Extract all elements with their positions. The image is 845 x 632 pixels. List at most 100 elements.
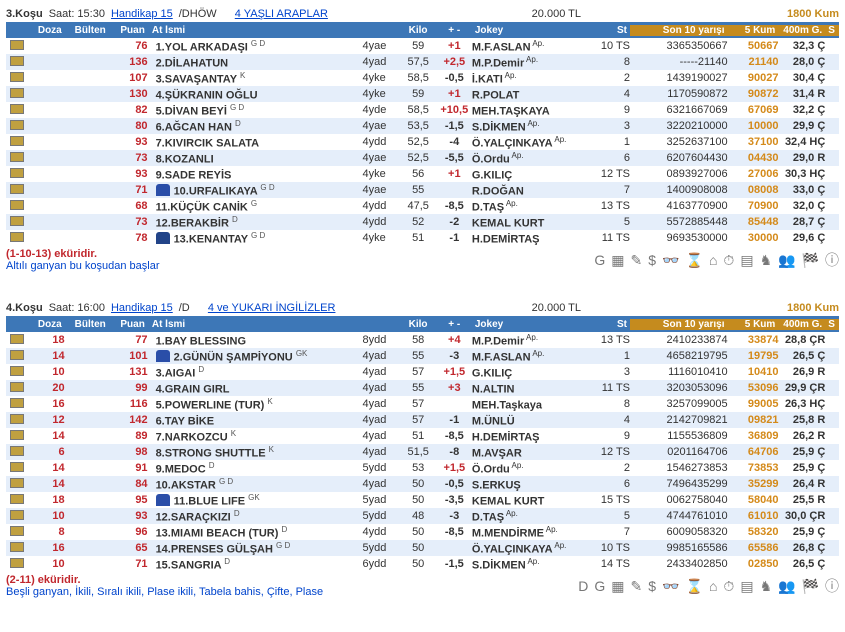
table-row[interactable]: 73 12.BERAKBİR D 4ydd 52 -2 KEMAL KURT 5…: [6, 214, 839, 230]
toolbar-icon[interactable]: D: [578, 578, 588, 594]
saddle-icon: [10, 232, 24, 242]
race-block: 3.Koşu Saat: 15:30 Handikap 15 /DHÖW 4 Y…: [6, 6, 839, 272]
dh-code: /DHÖW: [179, 8, 217, 20]
table-row[interactable]: 20 99 4.GRAIN GIRL 4yad 55 +3 N.ALTIN 11…: [6, 380, 839, 396]
table-row[interactable]: 136 2.DİLAHATUN 4yad 57,5 +2,5 M.P.Demir…: [6, 54, 839, 70]
table-row[interactable]: 73 8.KOZANLI 4yae 52,5 -5,5 Ö.Ordu Ap. 6…: [6, 150, 839, 166]
prize: 20.000 TL: [532, 302, 581, 314]
toolbar-icon[interactable]: 👓: [662, 252, 679, 269]
toolbar-icon[interactable]: ⌂: [709, 578, 717, 594]
toolbar-icon[interactable]: 👥: [778, 252, 795, 269]
toolbar-icon[interactable]: ⓘ: [825, 576, 839, 596]
class-link[interactable]: 4 YAŞLI ARAPLAR: [235, 8, 328, 20]
toolbar: G ▦ ✎ $ 👓 ⌛ ⌂ ⏱ ▤ ♞ 👥 🏁 ⓘ: [594, 250, 839, 270]
prize: 20.000 TL: [532, 8, 581, 20]
table-row[interactable]: 93 9.SADE REYİS 4yke 56 +1 G.KILIÇ 12 TS…: [6, 166, 839, 182]
table-row[interactable]: 12 142 6.TAY BİKE 4yad 57 -1 M.ÜNLÜ 4 21…: [6, 412, 839, 428]
toolbar-icon[interactable]: G: [594, 578, 605, 594]
saddle-icon: [10, 72, 24, 82]
table-header: DozaBültenPuan At İsmi Kilo+ - JokeySt S…: [6, 316, 839, 332]
table-row[interactable]: 14 101 2.GÜNÜN ŞAMPİYONU GK 4yad 55 -3 M…: [6, 348, 839, 364]
toolbar-icon[interactable]: ⌂: [709, 252, 717, 268]
saddle-icon: [10, 104, 24, 114]
saddle-icon: [10, 120, 24, 130]
toolbar-icon[interactable]: ⓘ: [825, 250, 839, 270]
jersey-icon: [156, 184, 170, 196]
toolbar-icon[interactable]: ▦: [611, 252, 624, 269]
saddle-icon: [10, 184, 24, 194]
toolbar-icon[interactable]: 🏁: [802, 578, 819, 595]
table-row[interactable]: 82 5.DİVAN BEYİ G D 4yde 58,5 +10,5 MEH.…: [6, 102, 839, 118]
race-footer: (1-10-13) eküridir. Altılı ganyan bu koş…: [6, 246, 839, 272]
saddle-icon: [10, 414, 24, 424]
saddle-icon: [10, 542, 24, 552]
table-row[interactable]: 130 4.ŞÜKRANIN OĞLU 4yke 59 +1 R.POLAT 4…: [6, 86, 839, 102]
distance: 1800 Kum: [787, 302, 839, 314]
toolbar-icon[interactable]: ⏱: [723, 578, 734, 595]
table-row[interactable]: 10 71 15.SANGRIA D 6ydd 50 -1,5 S.DİKMEN…: [6, 556, 839, 572]
class-link[interactable]: 4 ve YUKARI İNGİLİZLER: [208, 302, 336, 314]
footer-note: Altılı ganyan bu koşudan başlar: [6, 260, 160, 272]
saddle-icon: [10, 430, 24, 440]
toolbar-icon[interactable]: ♞: [760, 252, 773, 269]
table-row[interactable]: 8 96 13.MIAMI BEACH (TUR) D 4ydd 50 -8,5…: [6, 524, 839, 540]
table-row[interactable]: 76 1.YOL ARKADAŞI G D 4yae 59 +1 M.F.ASL…: [6, 38, 839, 54]
race-time: Saat: 15:30: [49, 8, 105, 20]
table-row[interactable]: 107 3.SAVAŞANTAY K 4yke 58,5 -0,5 İ.KATI…: [6, 70, 839, 86]
ekuri-text: (2-11) eküridir.: [6, 574, 323, 586]
handicap-link[interactable]: Handikap 15: [111, 8, 173, 20]
saddle-icon: [10, 168, 24, 178]
table-row[interactable]: 18 77 1.BAY BLESSING 8ydd 58 +4 M.P.Demi…: [6, 332, 839, 348]
race-block: 4.Koşu Saat: 16:00 Handikap 15 /D 4 ve Y…: [6, 300, 839, 598]
table-row[interactable]: 10 131 3.AIGAI D 4yad 57 +1,5 G.KILIÇ 3 …: [6, 364, 839, 380]
race-no: 4.Koşu: [6, 302, 43, 314]
toolbar: DG ▦ ✎ $ 👓 ⌛ ⌂ ⏱ ▤ ♞ 👥 🏁 ⓘ: [578, 576, 839, 596]
toolbar-icon[interactable]: ▤: [740, 578, 753, 595]
toolbar-icon[interactable]: 👓: [662, 578, 679, 595]
table-row[interactable]: 14 84 10.AKSTAR G D 4yad 50 -0,5 S.ERKUŞ…: [6, 476, 839, 492]
ekuri-text: (1-10-13) eküridir.: [6, 248, 160, 260]
saddle-icon: [10, 478, 24, 488]
dh-code: /D: [179, 302, 190, 314]
toolbar-icon[interactable]: G: [594, 252, 605, 268]
table-row[interactable]: 93 7.KIVIRCIK SALATA 4ydd 52,5 -4 Ö.YALÇ…: [6, 134, 839, 150]
toolbar-icon[interactable]: ⌛: [686, 578, 703, 595]
saddle-icon: [10, 136, 24, 146]
toolbar-icon[interactable]: $: [648, 578, 656, 594]
table-row[interactable]: 18 95 11.BLUE LIFE GK 5yad 50 -3,5 KEMAL…: [6, 492, 839, 508]
toolbar-icon[interactable]: ✎: [631, 252, 643, 269]
toolbar-icon[interactable]: ⌛: [686, 252, 703, 269]
table-row[interactable]: 14 89 7.NARKOZCU K 4yad 51 -8,5 H.DEMİRT…: [6, 428, 839, 444]
toolbar-icon[interactable]: $: [648, 252, 656, 268]
handicap-link[interactable]: Handikap 15: [111, 302, 173, 314]
table-row[interactable]: 10 93 12.SARAÇKIZI D 5ydd 48 -3 D.TAŞ Ap…: [6, 508, 839, 524]
toolbar-icon[interactable]: ▤: [740, 252, 753, 269]
table-row[interactable]: 71 10.URFALIKAYA G D 4yae 55 R.DOĞAN 7 1…: [6, 182, 839, 198]
toolbar-icon[interactable]: ✎: [631, 578, 643, 595]
table-row[interactable]: 16 116 5.POWERLINE (TUR) K 4yad 57 MEH.T…: [6, 396, 839, 412]
race-footer: (2-11) eküridir. Beşli ganyan, İkili, Sı…: [6, 572, 839, 598]
toolbar-icon[interactable]: 🏁: [802, 252, 819, 269]
table-row[interactable]: 6 98 8.STRONG SHUTTLE K 4yad 51,5 -8 M.A…: [6, 444, 839, 460]
saddle-icon: [10, 334, 24, 344]
saddle-icon: [10, 446, 24, 456]
saddle-icon: [10, 88, 24, 98]
toolbar-icon[interactable]: ▦: [611, 578, 624, 595]
saddle-icon: [10, 382, 24, 392]
table-row[interactable]: 16 65 14.PRENSES GÜLŞAH G D 5ydd 50 Ö.YA…: [6, 540, 839, 556]
saddle-icon: [10, 56, 24, 66]
table-row[interactable]: 14 91 9.MEDOC D 5ydd 53 +1,5 Ö.Ordu Ap. …: [6, 460, 839, 476]
saddle-icon: [10, 366, 24, 376]
table-row[interactable]: 68 11.KÜÇÜK CANİK G 4ydd 47,5 -8,5 D.TAŞ…: [6, 198, 839, 214]
table-row[interactable]: 78 13.KENANTAY G D 4yke 51 -1 H.DEMİRTAŞ…: [6, 230, 839, 246]
saddle-icon: [10, 152, 24, 162]
toolbar-icon[interactable]: ⏱: [723, 252, 734, 269]
saddle-icon: [10, 510, 24, 520]
saddle-icon: [10, 526, 24, 536]
toolbar-icon[interactable]: ♞: [760, 578, 773, 595]
saddle-icon: [10, 462, 24, 472]
race-header: 4.Koşu Saat: 16:00 Handikap 15 /D 4 ve Y…: [6, 300, 839, 316]
table-row[interactable]: 80 6.AĞCAN HAN D 4yae 53,5 -1,5 S.DİKMEN…: [6, 118, 839, 134]
race-no: 3.Koşu: [6, 8, 43, 20]
toolbar-icon[interactable]: 👥: [778, 578, 795, 595]
